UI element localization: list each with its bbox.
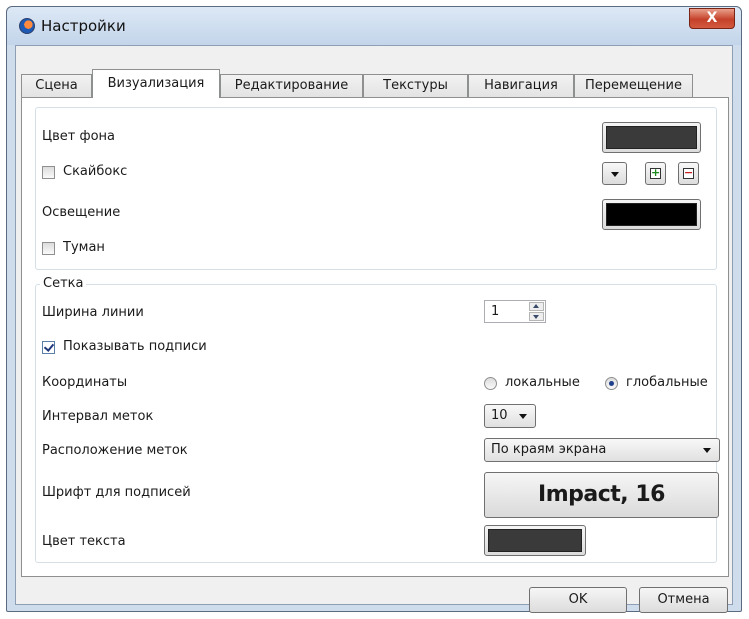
- visual-settings-group: Цвет фона Скайбокс + − Освещение Туман: [35, 107, 717, 270]
- add-icon: +: [650, 166, 661, 179]
- skybox-checkbox[interactable]: [42, 166, 55, 179]
- tick-interval-select[interactable]: 10: [484, 404, 536, 428]
- tab-visualization[interactable]: Визуализация: [92, 69, 220, 98]
- coords-global-label: глобальные: [626, 375, 708, 390]
- grid-group-title: Сетка: [40, 276, 87, 291]
- text-color-swatch: [488, 529, 582, 552]
- close-button[interactable]: X: [689, 8, 735, 29]
- tab-textures[interactable]: Текстуры: [363, 74, 468, 97]
- font-label: Шрифт для подписей: [42, 485, 191, 500]
- bg-color-swatch: [606, 126, 697, 149]
- bg-color-button[interactable]: [602, 122, 701, 153]
- tab-navigation[interactable]: Навигация: [468, 74, 574, 97]
- show-labels-label: Показывать подписи: [63, 339, 207, 354]
- ok-button[interactable]: OK: [529, 587, 627, 613]
- tick-interval-value: 10: [491, 408, 508, 423]
- line-width-value: 1: [491, 304, 500, 319]
- spin-down-button[interactable]: [529, 312, 544, 321]
- spin-up-button[interactable]: [529, 302, 544, 311]
- text-color-label: Цвет текста: [42, 534, 126, 549]
- skybox-dropdown-button[interactable]: [602, 162, 627, 185]
- lighting-label: Освещение: [42, 205, 121, 220]
- chevron-down-icon: [533, 315, 539, 319]
- window-title: Настройки: [41, 17, 126, 35]
- dialog-client-area: Сцена Визуализация Редактирование Тексту…: [15, 45, 733, 613]
- chevron-down-icon: [703, 448, 711, 453]
- fog-label: Туман: [63, 240, 105, 255]
- show-labels-checkbox[interactable]: [42, 341, 55, 354]
- chevron-down-icon: [611, 172, 619, 177]
- tick-interval-label: Интервал меток: [42, 409, 154, 424]
- tab-scene[interactable]: Сцена: [21, 74, 92, 97]
- tab-movement[interactable]: Перемещение: [574, 74, 693, 97]
- lighting-color-swatch: [606, 203, 697, 226]
- remove-icon: −: [683, 166, 694, 179]
- tick-position-label: Расположение меток: [42, 443, 188, 458]
- tab-strip: Сцена Визуализация Редактирование Тексту…: [21, 69, 729, 98]
- skybox-add-button[interactable]: +: [645, 162, 666, 185]
- line-width-spinner[interactable]: 1: [484, 300, 546, 323]
- visualization-panel: Цвет фона Скайбокс + − Освещение Туман С…: [21, 97, 729, 577]
- font-select-button[interactable]: Impact, 16: [484, 472, 719, 518]
- coords-global-radio[interactable]: [605, 377, 618, 390]
- coords-local-label: локальные: [505, 375, 580, 390]
- line-width-label: Ширина линии: [42, 305, 144, 320]
- coords-local-radio[interactable]: [484, 377, 497, 390]
- tab-editing[interactable]: Редактирование: [220, 74, 363, 97]
- skybox-remove-button[interactable]: −: [678, 162, 699, 185]
- bg-color-label: Цвет фона: [42, 129, 115, 144]
- text-color-button[interactable]: [484, 525, 586, 556]
- grid-group: Сетка Ширина линии 1 Показывать подписи …: [35, 276, 720, 563]
- skybox-label: Скайбокс: [63, 164, 128, 179]
- chevron-up-icon: [533, 304, 539, 308]
- fog-checkbox[interactable]: [42, 242, 55, 255]
- title-bar[interactable]: Настройки X: [7, 7, 741, 45]
- coords-label: Координаты: [42, 375, 128, 390]
- app-icon: [19, 18, 35, 34]
- cancel-button[interactable]: Отмена: [639, 587, 728, 613]
- chevron-down-icon: [519, 414, 527, 419]
- lighting-color-button[interactable]: [602, 199, 701, 230]
- tick-position-select[interactable]: По краям экрана: [484, 438, 720, 462]
- tick-position-value: По краям экрана: [491, 442, 607, 457]
- settings-window: Настройки X Сцена Визуализация Редактиро…: [6, 6, 742, 613]
